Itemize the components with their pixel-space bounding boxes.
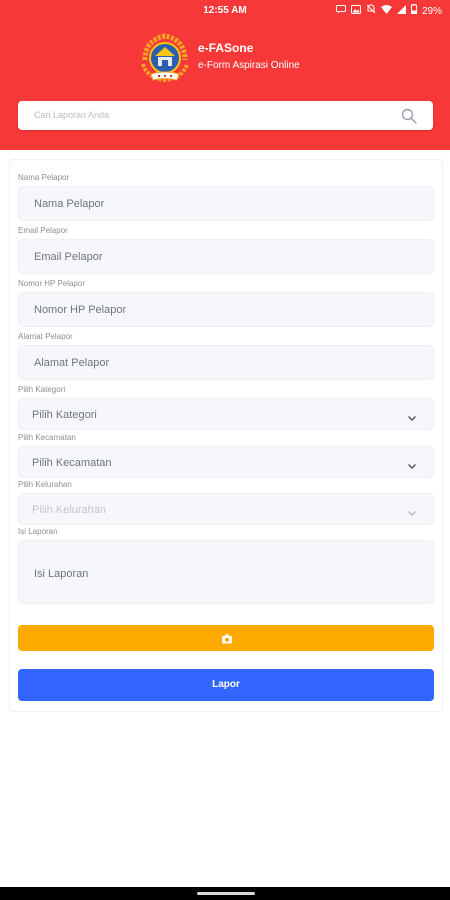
mute-icon	[366, 4, 376, 18]
field-label-hp: Nomor HP Pelapor	[18, 279, 85, 288]
field-label-kelurahan: Pilih Kelurahan	[18, 480, 72, 489]
chevron-down-icon	[407, 410, 417, 421]
kategori-selected-value: Pilih Kategori	[32, 409, 97, 421]
kelurahan-select[interactable]: Pilih Kelurahan	[18, 493, 434, 525]
nomor-hp-placeholder: Nomor HP Pelapor	[34, 304, 127, 316]
photo-icon	[350, 4, 361, 18]
nomor-hp-input[interactable]: Nomor HP Pelapor	[18, 292, 434, 327]
field-label-nama: Nama Pelapor	[18, 173, 70, 182]
lapor-button[interactable]: Lapor	[18, 669, 434, 701]
kelurahan-selected-value: Pilih Kelurahan	[32, 504, 106, 516]
wifi-icon	[380, 4, 392, 18]
email-pelapor-placeholder: Email Pelapor	[34, 251, 103, 263]
field-label-isi: Isi Laporan	[18, 527, 58, 536]
app-subtitle: e-Form Aspirasi Online	[198, 60, 300, 71]
status-icons: 29%	[335, 4, 442, 18]
chevron-down-icon	[407, 458, 417, 469]
chevron-down-icon	[407, 505, 417, 516]
app-header: e-FASone e-Form Aspirasi Online Cari Lap…	[0, 22, 450, 150]
nama-pelapor-input[interactable]: Nama Pelapor	[18, 186, 434, 221]
field-label-kategori: Pilih Kategori	[18, 385, 66, 394]
field-label-kecamatan: Pilih Kecamatan	[18, 433, 76, 442]
kategori-select[interactable]: Pilih Kategori	[18, 398, 434, 430]
add-photo-button[interactable]	[18, 625, 434, 651]
alamat-pelapor-input[interactable]: Alamat Pelapor	[18, 345, 434, 380]
status-bar: 12:55 AM 29%	[0, 0, 450, 22]
field-label-alamat: Alamat Pelapor	[18, 332, 73, 341]
battery-icon	[410, 4, 417, 18]
system-nav-bar	[0, 887, 450, 900]
app-title: e-FASone	[198, 41, 254, 55]
isi-laporan-textarea[interactable]: Isi Laporan	[18, 540, 434, 604]
message-icon	[335, 4, 346, 18]
alamat-pelapor-placeholder: Alamat Pelapor	[34, 357, 110, 369]
isi-laporan-placeholder: Isi Laporan	[34, 568, 89, 580]
kecamatan-select[interactable]: Pilih Kecamatan	[18, 446, 434, 478]
search-input[interactable]: Cari Laporan Anda	[34, 110, 109, 120]
signal-icon	[396, 4, 406, 18]
battery-percent: 29%	[421, 5, 442, 17]
home-gesture-handle[interactable]	[197, 892, 255, 895]
camera-icon	[221, 632, 233, 644]
email-pelapor-input[interactable]: Email Pelapor	[18, 239, 434, 274]
kecamatan-selected-value: Pilih Kecamatan	[32, 457, 112, 469]
field-label-email: Email Pelapor	[18, 226, 68, 235]
search-icon[interactable]	[401, 108, 417, 124]
search-bar[interactable]: Cari Laporan Anda	[18, 101, 433, 130]
app-logo	[137, 30, 193, 86]
nama-pelapor-placeholder: Nama Pelapor	[34, 198, 105, 210]
